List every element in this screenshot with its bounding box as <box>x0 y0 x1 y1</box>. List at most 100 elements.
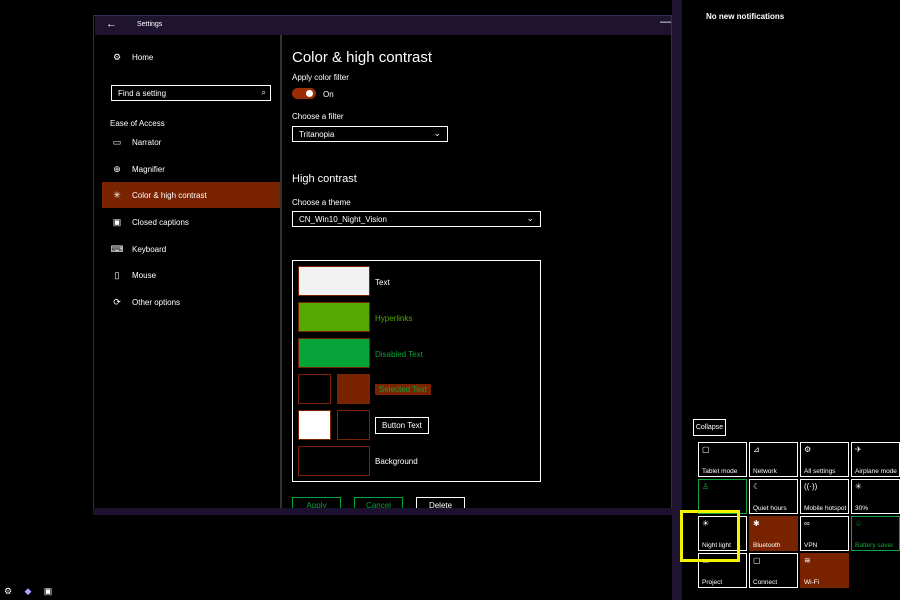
hyperlink-color-swatch[interactable] <box>298 302 370 332</box>
quick-action-label: Bluetooth <box>753 542 781 549</box>
preview-selected-text-label: Selected Text <box>375 384 431 395</box>
highlight-box <box>680 510 740 562</box>
choose-theme-label: Choose a theme <box>292 198 351 207</box>
taskbar: ⚙ ◆ ▣ <box>0 584 100 600</box>
button-text-fg-swatch[interactable] <box>298 410 331 440</box>
quick-action-tile[interactable]: ▢ Tablet mode <box>698 442 747 477</box>
sidebar-item-magnifier[interactable]: ⊕ Magnifier <box>102 156 280 182</box>
other-options-icon: ⟳ <box>113 296 121 307</box>
window-icon[interactable]: ▣ <box>42 586 54 598</box>
tablet-icon: ▢ <box>702 445 710 454</box>
filter-value: Tritanopia <box>299 129 335 139</box>
quick-action-tile[interactable]: ✳ 30% <box>851 479 900 514</box>
text-color-swatch[interactable] <box>298 266 370 296</box>
bluetooth-icon: ✱ <box>753 519 760 528</box>
moon-icon: ☾ <box>753 482 761 491</box>
search-input[interactable]: Find a setting ⌕ <box>111 85 271 101</box>
sidebar-item-label: Closed captions <box>132 217 189 227</box>
hotspot-icon: ((·)) <box>804 482 818 491</box>
network-icon: ⊿ <box>753 445 760 454</box>
sidebar-item-narrator[interactable]: ▭ Narrator <box>102 129 280 155</box>
pane-divider <box>280 35 282 513</box>
selected-text-fg-swatch[interactable] <box>298 374 331 404</box>
sidebar-item-color-high-contrast[interactable]: ✳ Color & high contrast <box>102 182 280 208</box>
back-button[interactable]: ← <box>106 18 117 30</box>
keyboard-icon: ⌨ <box>110 243 124 254</box>
quick-action-tile[interactable]: ✈ Airplane mode <box>851 442 900 477</box>
sidebar-item-label: Narrator <box>132 137 162 147</box>
airplane-icon: ✈ <box>855 445 862 454</box>
sidebar-item-closed-captions[interactable]: ▣ Closed captions <box>102 209 280 235</box>
quick-action-tile[interactable]: ♧ Battery saver <box>851 516 900 551</box>
vpn-icon: ∞ <box>804 519 810 528</box>
quick-action-tile[interactable]: ((·)) Mobile hotspot <box>800 479 849 514</box>
captions-icon: ▣ <box>112 216 122 227</box>
high-contrast-heading: High contrast <box>292 173 357 185</box>
narrator-icon: ▭ <box>112 136 122 147</box>
chevron-down-icon: ⌄ <box>526 213 534 223</box>
brightness-icon: ✳ <box>113 189 121 200</box>
quick-action-label: Project <box>702 579 723 586</box>
sidebar-item-label: Magnifier <box>132 164 165 174</box>
chevron-down-icon: ⌄ <box>433 128 441 138</box>
quick-action-label: VPN <box>804 542 818 549</box>
quick-action-tile[interactable]: ♙ <box>698 479 747 514</box>
sidebar-item-other-options[interactable]: ⟳ Other options <box>102 289 280 315</box>
title-bar: ← Settings — <box>95 16 671 35</box>
quick-action-tile[interactable]: ☾ Quiet hours <box>749 479 798 514</box>
quick-action-label: Wi-Fi <box>804 579 820 586</box>
quick-action-label: Battery saver <box>855 542 894 549</box>
preview-disabled-text-label: Disabled Text <box>375 350 423 359</box>
minimize-button[interactable]: — <box>660 16 671 28</box>
theme-dropdown[interactable]: CN_Win10_Night_Vision ⌄ <box>292 211 541 227</box>
preview-background-label: Background <box>375 457 418 466</box>
search-icon[interactable]: ⌕ <box>262 88 266 98</box>
sidebar-item-label: Other options <box>132 297 181 307</box>
color-filter-toggle[interactable] <box>292 88 316 99</box>
preview-hyperlinks-label: Hyperlinks <box>375 314 413 323</box>
quick-action-tile[interactable]: ⚙ All settings <box>800 442 849 477</box>
quick-action-label: All settings <box>804 468 836 475</box>
sidebar-item-home[interactable]: ⚙ Home <box>102 44 280 70</box>
gear-icon: ⚙ <box>112 51 122 62</box>
quick-action-label: Quiet hours <box>753 505 787 512</box>
theme-value: CN_Win10_Night_Vision <box>299 214 387 224</box>
sidebar-item-label: Mouse <box>132 270 157 280</box>
toggle-state: On <box>323 90 334 99</box>
toggle-knob <box>306 90 313 97</box>
disabled-text-color-swatch[interactable] <box>298 338 370 368</box>
filter-dropdown[interactable]: Tritanopia ⌄ <box>292 126 448 142</box>
window-frame-bottom <box>93 508 672 515</box>
quick-action-label: Airplane mode <box>855 468 897 475</box>
quick-action-tile[interactable]: ∞ VPN <box>800 516 849 551</box>
background-color-swatch[interactable] <box>298 446 370 476</box>
preview-button-text-label: Button Text <box>375 417 429 434</box>
quick-action-tile[interactable]: ▢ Connect <box>749 553 798 588</box>
selected-text-bg-swatch[interactable] <box>337 374 370 404</box>
sidebar-item-label: Color & high contrast <box>132 190 207 200</box>
wifi-icon: ≋ <box>804 556 811 565</box>
quick-action-tile[interactable]: ≋ Wi-Fi <box>800 553 849 588</box>
quick-action-tile[interactable]: ✱ Bluetooth <box>749 516 798 551</box>
quick-action-label: 30% <box>855 505 869 512</box>
button-text-bg-swatch[interactable] <box>337 410 370 440</box>
sidebar-item-keyboard[interactable]: ⌨ Keyboard <box>102 236 280 262</box>
collapse-button[interactable]: Collapse <box>693 419 726 436</box>
section-label: Ease of Access <box>110 119 165 128</box>
sidebar-item-mouse[interactable]: ▯ Mouse <box>102 262 280 288</box>
sidebar-item-label: Keyboard <box>132 244 167 254</box>
shield-icon[interactable]: ◆ <box>22 586 34 598</box>
settings-window: ← Settings — ⚙ Home Find a setting ⌕ Eas… <box>93 15 672 515</box>
brightness-icon: ✳ <box>855 482 862 491</box>
mouse-icon: ▯ <box>114 269 120 280</box>
page-title: Color & high contrast <box>292 49 433 66</box>
quick-action-tile[interactable]: ⊿ Network <box>749 442 798 477</box>
sidebar-item-label: Home <box>132 52 154 62</box>
choose-filter-label: Choose a filter <box>292 112 344 121</box>
magnifier-icon: ⊕ <box>113 163 121 174</box>
theme-preview: Text Hyperlinks Disabled Text Selected T… <box>292 260 541 482</box>
window-title: Settings <box>137 21 163 28</box>
quick-action-label: Connect <box>753 579 778 586</box>
gear-icon[interactable]: ⚙ <box>2 586 14 598</box>
leaf-icon: ♧ <box>855 519 863 528</box>
